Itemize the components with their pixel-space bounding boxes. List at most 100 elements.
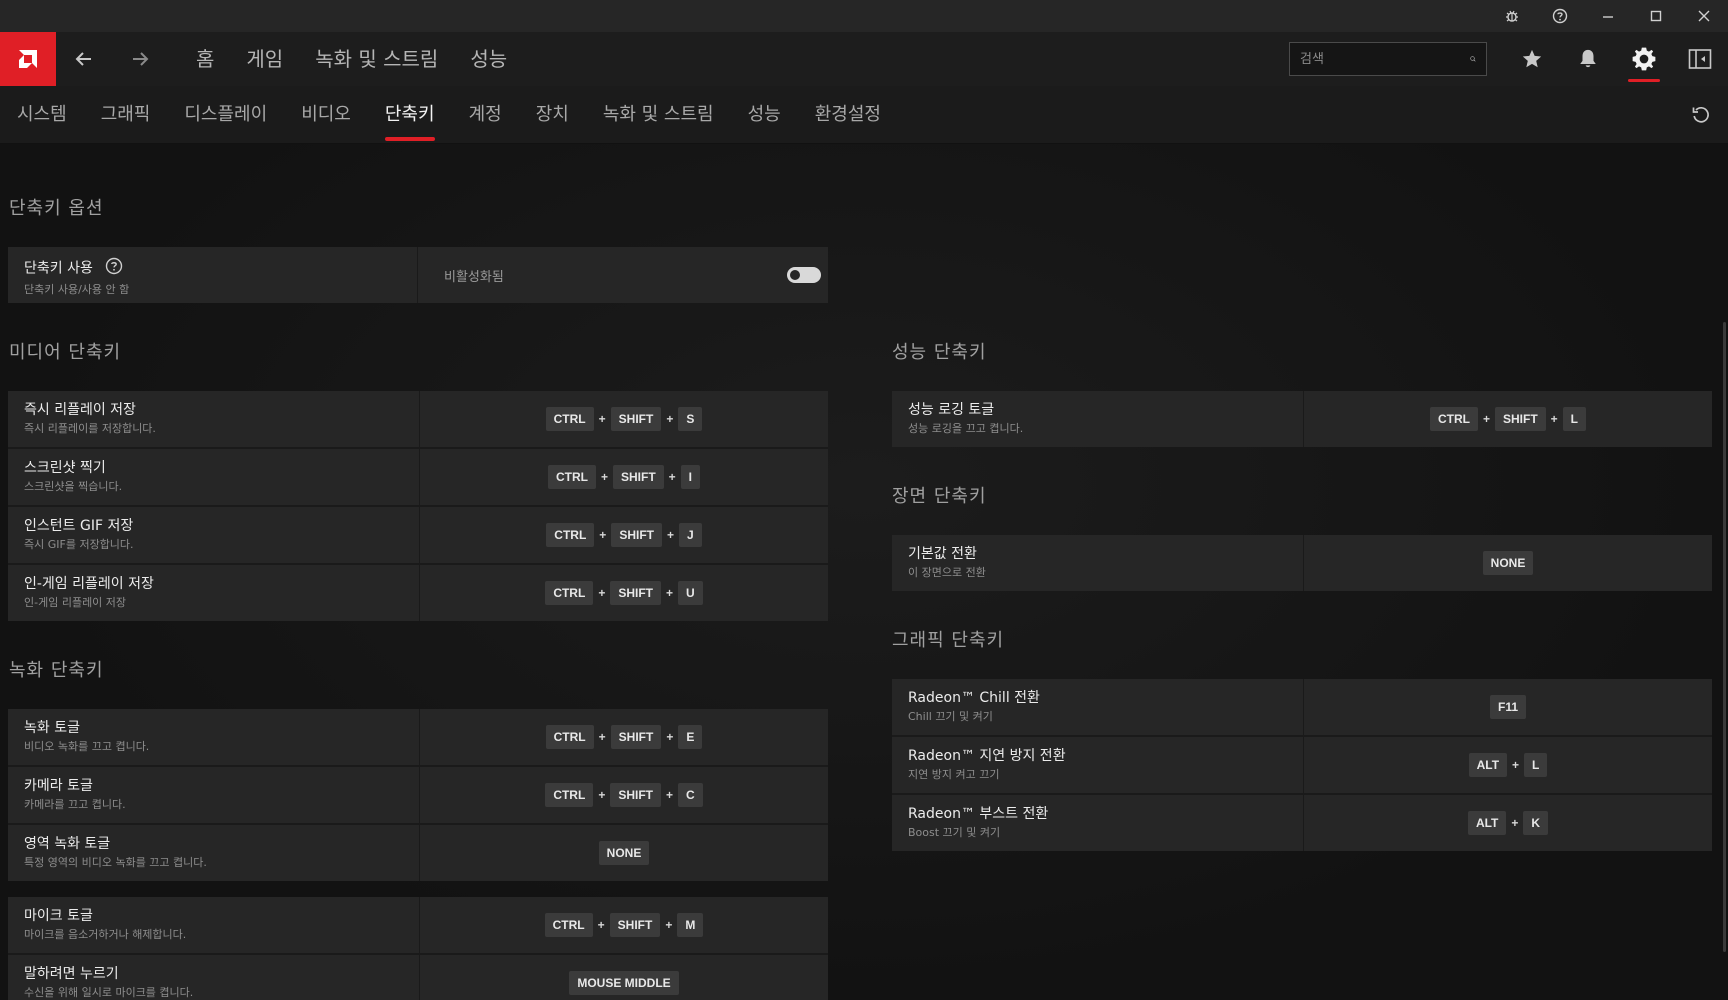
hotkey-title: 인스턴트 GIF 저장 xyxy=(24,518,134,534)
nav-home[interactable]: 홈 xyxy=(180,32,230,86)
key-cap[interactable]: CTRL xyxy=(1429,407,1478,431)
hotkey-combination[interactable]: CTRL + SHIFT + E xyxy=(420,709,828,765)
key-cap[interactable]: ALT xyxy=(1468,753,1508,777)
key-cap[interactable]: I xyxy=(680,465,701,489)
hotkey-row: 녹화 토글 비디오 녹화를 끄고 켭니다. CTRL + SHIFT + E xyxy=(8,709,828,765)
key-cap[interactable]: CTRL xyxy=(545,407,594,431)
key-cap[interactable]: CTRL xyxy=(545,725,594,749)
minimize-icon[interactable] xyxy=(1584,0,1632,32)
key-cap[interactable]: SHIFT xyxy=(609,913,661,937)
hotkey-combination[interactable]: CTRL + SHIFT + C xyxy=(420,767,828,823)
toggle-knob xyxy=(788,268,802,282)
forward-arrow-icon[interactable] xyxy=(112,32,168,86)
nav-performance[interactable]: 성능 xyxy=(454,32,523,86)
help-circle-icon[interactable] xyxy=(105,257,123,280)
key-cap[interactable]: F11 xyxy=(1489,695,1526,719)
hotkey-combination[interactable]: NONE xyxy=(1304,535,1712,591)
search-box[interactable] xyxy=(1289,42,1487,76)
reset-icon[interactable] xyxy=(1688,102,1714,128)
hotkey-row-label: 마이크 토글 마이크를 음소거하거나 해제합니다. xyxy=(8,897,420,953)
key-cap[interactable]: CTRL xyxy=(545,581,594,605)
hotkey-description: 수신을 위해 일시로 마이크를 켭니다. xyxy=(24,986,194,999)
tab-devices[interactable]: 장치 xyxy=(519,86,586,144)
tab-record-stream[interactable]: 녹화 및 스트림 xyxy=(586,86,731,144)
maximize-icon[interactable] xyxy=(1632,0,1680,32)
hotkey-title: 녹화 토글 xyxy=(24,720,80,736)
key-cap[interactable]: L xyxy=(1562,407,1587,431)
key-cap[interactable]: NONE xyxy=(1482,551,1534,575)
key-cap[interactable]: SHIFT xyxy=(610,407,662,431)
key-cap[interactable]: CTRL xyxy=(547,465,596,489)
tab-account[interactable]: 계정 xyxy=(452,86,519,144)
key-cap[interactable]: M xyxy=(677,913,704,937)
amd-logo[interactable] xyxy=(0,32,56,86)
tab-graphics[interactable]: 그래픽 xyxy=(84,86,168,144)
tab-video[interactable]: 비디오 xyxy=(284,86,368,144)
help-icon[interactable] xyxy=(1536,0,1584,32)
hotkey-combination[interactable]: CTRL + SHIFT + I xyxy=(420,449,828,505)
key-cap[interactable]: J xyxy=(679,523,702,547)
nav-games[interactable]: 게임 xyxy=(230,32,299,86)
key-cap[interactable]: SHIFT xyxy=(610,581,661,605)
hotkey-combination[interactable]: ALT + L xyxy=(1304,737,1712,793)
hotkey-combination[interactable]: ALT + K xyxy=(1304,795,1712,851)
nav-record-stream[interactable]: 녹화 및 스트림 xyxy=(299,32,454,86)
hotkey-row-label: 녹화 토글 비디오 녹화를 끄고 켭니다. xyxy=(8,709,420,765)
tab-display[interactable]: 디스플레이 xyxy=(167,86,284,144)
key-cap[interactable]: NONE xyxy=(598,841,650,865)
hotkey-combination[interactable]: F11 xyxy=(1304,679,1712,735)
key-cap[interactable]: SHIFT xyxy=(1494,407,1546,431)
key-cap[interactable]: U xyxy=(678,581,703,605)
key-cap[interactable]: SHIFT xyxy=(612,465,664,489)
key-cap[interactable]: MOUSE MIDDLE xyxy=(569,971,679,995)
key-cap[interactable]: K xyxy=(1523,811,1549,835)
plus-separator: + xyxy=(666,788,674,802)
settings-tabs: 시스템 그래픽 디스플레이 비디오 단축키 계정 장치 녹화 및 스트림 성능 … xyxy=(0,86,1728,144)
plus-separator: + xyxy=(666,528,674,542)
sidebar-toggle-icon[interactable] xyxy=(1672,32,1728,86)
hotkey-title: 말하려면 누르기 xyxy=(24,966,119,982)
back-arrow-icon[interactable] xyxy=(56,32,112,86)
key-cap[interactable]: ALT xyxy=(1467,811,1507,835)
key-cap[interactable]: CTRL xyxy=(546,523,595,547)
key-cap[interactable]: C xyxy=(678,783,703,807)
plus-separator: + xyxy=(668,470,676,484)
search-input[interactable] xyxy=(1300,51,1470,67)
tab-performance[interactable]: 성능 xyxy=(731,86,798,144)
key-cap[interactable]: CTRL xyxy=(545,783,594,807)
hotkey-combination[interactable]: CTRL + SHIFT + S xyxy=(420,391,828,447)
hotkey-combination[interactable]: NONE xyxy=(420,825,828,881)
key-cap[interactable]: SHIFT xyxy=(611,523,662,547)
hotkey-row: 카메라 토글 카메라를 끄고 켭니다. CTRL + SHIFT + C xyxy=(8,767,828,823)
bug-icon[interactable] xyxy=(1488,0,1536,32)
key-cap[interactable]: CTRL xyxy=(544,913,593,937)
hotkey-enable-card: 단축키 사용 단축키 사용/사용 안 함 비활성화됨 xyxy=(8,247,828,303)
hotkey-enable-toggle[interactable] xyxy=(787,267,821,283)
key-cap[interactable]: S xyxy=(678,407,703,431)
key-cap[interactable]: E xyxy=(678,725,703,749)
key-cap[interactable]: SHIFT xyxy=(610,725,662,749)
plus-separator: + xyxy=(1550,412,1558,426)
plus-separator: + xyxy=(1512,758,1520,772)
hotkey-row-label: 기본값 전환 이 장면으로 전환 xyxy=(892,535,1304,591)
hotkey-row-label: 스크린샷 찍기 스크린샷을 찍습니다. xyxy=(8,449,420,505)
close-icon[interactable] xyxy=(1680,0,1728,32)
hotkey-combination[interactable]: CTRL + SHIFT + M xyxy=(420,897,828,953)
hotkey-combination[interactable]: CTRL + SHIFT + J xyxy=(420,507,828,563)
hotkey-combination[interactable]: CTRL + SHIFT + L xyxy=(1304,391,1712,447)
key-cap[interactable]: L xyxy=(1524,753,1548,777)
hotkey-row-label: Radeon™ 부스트 전환 Boost 끄기 및 켜기 xyxy=(892,795,1304,851)
scrollbar[interactable] xyxy=(1723,322,1726,952)
tab-preferences[interactable]: 환경설정 xyxy=(798,86,898,144)
star-icon[interactable] xyxy=(1504,32,1560,86)
section-title-hotkey-options: 단축키 옵션 xyxy=(9,198,104,219)
hotkey-combination[interactable]: CTRL + SHIFT + U xyxy=(420,565,828,621)
key-cap[interactable]: SHIFT xyxy=(610,783,661,807)
hotkey-row: 성능 로깅 토글 성능 로깅을 끄고 켭니다. CTRL + SHIFT + L xyxy=(892,391,1712,447)
tab-hotkeys[interactable]: 단축키 xyxy=(368,86,452,144)
bell-icon[interactable] xyxy=(1560,32,1616,86)
search-icon[interactable] xyxy=(1470,50,1476,68)
gear-icon[interactable] xyxy=(1616,32,1672,86)
hotkey-combination[interactable]: MOUSE MIDDLE xyxy=(420,955,828,1000)
tab-system[interactable]: 시스템 xyxy=(0,86,84,144)
